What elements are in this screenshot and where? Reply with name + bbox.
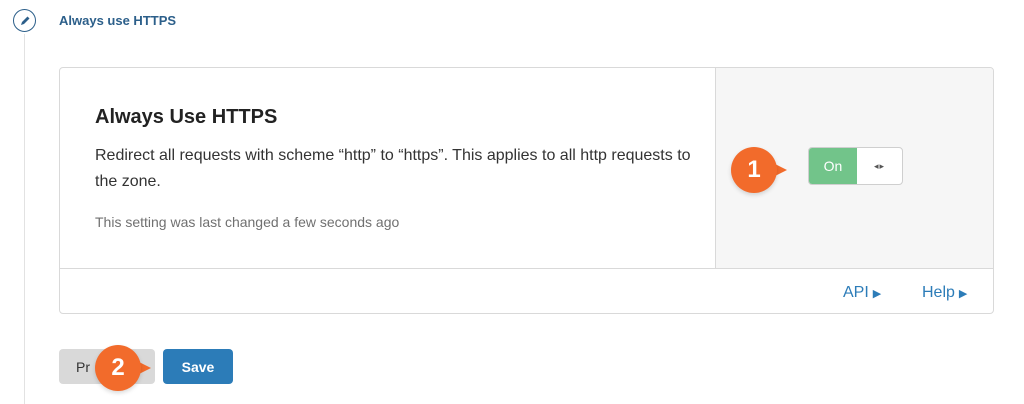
api-link-label[interactable]: API — [843, 284, 869, 302]
setting-card: Always Use HTTPS Redirect all requests w… — [59, 67, 994, 314]
toggle-handle-icon[interactable]: ◂▸ — [857, 148, 902, 184]
timeline-line — [24, 34, 25, 404]
toggle-on-label[interactable]: On — [809, 148, 857, 184]
api-link[interactable]: API ▶ — [843, 284, 881, 302]
help-link[interactable]: Help ▶ — [922, 284, 967, 302]
help-link-label[interactable]: Help — [922, 284, 955, 302]
save-button[interactable]: Save — [163, 349, 233, 384]
step-title: Always use HTTPS — [59, 13, 177, 28]
caret-right-icon: ▶ — [872, 287, 882, 300]
setting-description: Redirect all requests with scheme “http”… — [95, 147, 691, 190]
pencil-icon — [13, 9, 36, 32]
caret-right-icon: ▶ — [958, 287, 968, 300]
setting-title: Always Use HTTPS — [95, 106, 278, 128]
https-toggle[interactable]: On ◂▸ — [808, 147, 903, 185]
callout-number: 1 — [731, 147, 777, 193]
setting-card-body: Always Use HTTPS Redirect all requests w… — [60, 68, 715, 268]
callout-number: 2 — [95, 345, 141, 391]
setting-last-changed: This setting was last changed a few seco… — [95, 214, 400, 230]
setting-card-footer: API ▶ Help ▶ — [60, 268, 993, 313]
